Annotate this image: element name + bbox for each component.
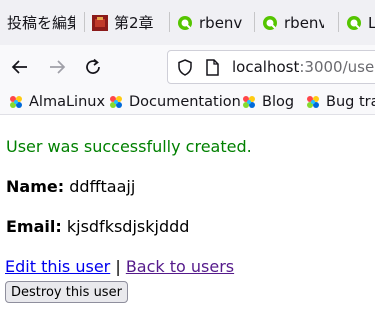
link-separator: |	[110, 257, 126, 276]
destroy-user-button[interactable]: Destroy this user	[5, 281, 128, 303]
bookmark-label: Bug trac	[326, 93, 375, 110]
edit-user-link[interactable]: Edit this user	[5, 257, 110, 276]
back-to-users-link[interactable]: Back to users	[126, 257, 234, 276]
book-favicon-icon	[92, 14, 108, 31]
tab-label: L	[368, 13, 375, 32]
action-links: Edit this user | Back to users	[5, 257, 234, 276]
tab-separator	[254, 12, 255, 32]
qiita-favicon-icon	[262, 15, 278, 31]
bookmark-blog[interactable]: Blog	[241, 89, 294, 114]
tab-edit-post[interactable]: 投稿を編集	[7, 0, 75, 45]
bookmark-documentation[interactable]: Documentation	[108, 89, 241, 114]
reload-icon	[86, 58, 100, 74]
bookmark-label: Blog	[262, 93, 295, 110]
tab-separator	[84, 12, 85, 32]
page-content: User was successfully created. Name: ddf…	[0, 115, 375, 315]
almalinux-logo-icon	[305, 94, 321, 110]
bookmark-almalinux[interactable]: AlmaLinux	[8, 89, 105, 114]
email-label: Email:	[6, 217, 62, 236]
almalinux-logo-icon	[8, 94, 24, 110]
tab-label: 第2章	[114, 14, 154, 32]
name-field: Name: ddfftaajj	[6, 177, 135, 196]
success-notice: User was successfully created.	[6, 137, 252, 156]
email-field: Email: kjsdfksdjskjddd	[6, 217, 189, 236]
almalinux-logo-icon	[241, 94, 257, 110]
page-info-icon[interactable]	[205, 59, 219, 80]
almalinux-logo-icon	[108, 94, 124, 110]
tab-label: 投稿を編集	[7, 14, 75, 32]
arrow-right-icon	[50, 60, 66, 74]
tab-rbenv-2[interactable]: rbenv	[262, 0, 324, 45]
name-label: Name:	[6, 177, 65, 196]
tab-chapter2[interactable]: 第2章	[92, 0, 164, 45]
bookmark-label: AlmaLinux	[29, 93, 106, 110]
qiita-favicon-icon	[177, 15, 193, 31]
tab-separator	[169, 12, 170, 32]
qiita-favicon-icon	[346, 15, 362, 31]
address-bar[interactable]: localhost:3000/users	[167, 50, 375, 84]
back-button[interactable]	[8, 55, 32, 79]
tab-separator	[338, 12, 339, 32]
bookmark-label: Documentation	[129, 93, 241, 110]
arrow-left-icon	[11, 60, 27, 74]
bookmark-bug-tracker[interactable]: Bug trac	[305, 89, 375, 114]
tab-label: rbenv	[284, 13, 324, 32]
shield-icon[interactable]	[177, 59, 193, 80]
url-text[interactable]: localhost:3000/users	[232, 58, 375, 76]
email-value: kjsdfksdjskjddd	[61, 217, 190, 236]
tab-label: rbenv	[199, 13, 243, 32]
reload-button[interactable]	[81, 55, 105, 79]
url-host: localhost	[232, 58, 300, 76]
tab-bar: 投稿を編集 第2章 rbenv rbenv L	[0, 0, 375, 45]
tab-l[interactable]: L	[346, 0, 375, 45]
forward-button[interactable]	[45, 55, 69, 79]
navigation-toolbar: localhost:3000/users	[0, 45, 375, 89]
tab-rbenv-1[interactable]: rbenv	[177, 0, 245, 45]
url-path: :3000/users	[299, 58, 375, 76]
bookmarks-toolbar: AlmaLinux Documentation Blog Bug trac	[0, 89, 375, 115]
name-value: ddfftaajj	[64, 177, 136, 196]
